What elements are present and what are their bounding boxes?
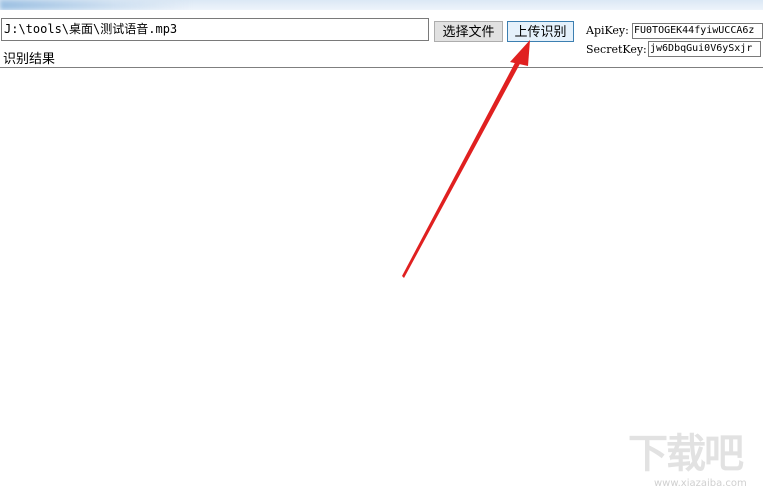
result-section-label: 识别结果	[3, 52, 56, 67]
api-key-label: ApiKey:	[586, 24, 629, 37]
watermark-text: 下载吧	[628, 431, 744, 477]
watermark-url: www.xiazaiba.com	[654, 478, 747, 489]
watermark-logo: 下载吧 www.xiazaiba.com	[624, 430, 760, 492]
secret-key-input[interactable]: jw6DbqGui0V6ySxjr	[648, 41, 761, 57]
api-key-input[interactable]: FU0TOGEK44fyiwUCCA6z	[632, 23, 763, 39]
file-path-input[interactable]: J:\tools\桌面\测试语音.mp3	[1, 18, 429, 41]
title-bar	[0, 0, 763, 10]
title-bar-blurred	[0, 0, 190, 10]
toolbar: J:\tools\桌面\测试语音.mp3 选择文件 上传识别 ApiKey: F…	[0, 10, 763, 57]
upload-recognize-button[interactable]: 上传识别	[507, 21, 574, 42]
secret-key-label: SecretKey:	[586, 43, 647, 56]
select-file-button[interactable]: 选择文件	[434, 21, 503, 42]
